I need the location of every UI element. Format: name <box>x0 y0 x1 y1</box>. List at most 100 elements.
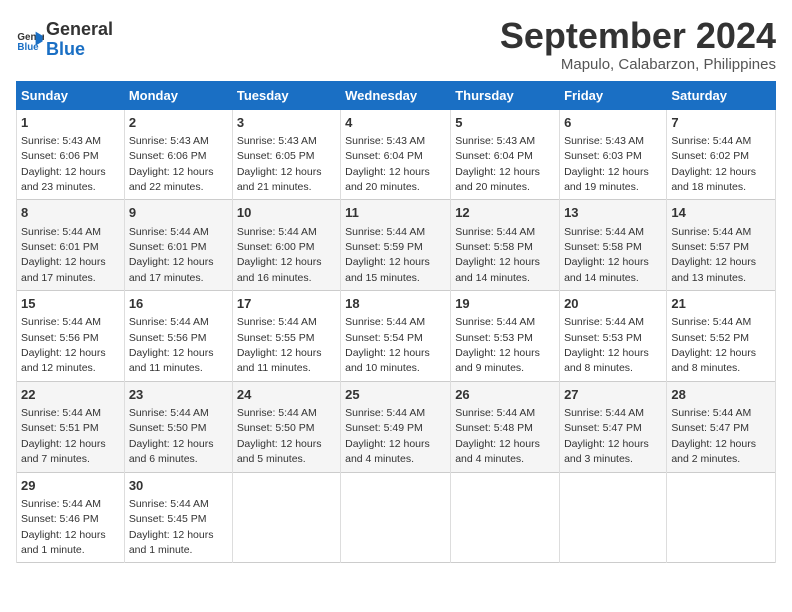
day-number: 13 <box>564 204 662 222</box>
sunset-text: Sunset: 5:52 PM <box>671 332 749 344</box>
sunrise-text: Sunrise: 5:44 AM <box>671 407 751 419</box>
sunset-text: Sunset: 5:53 PM <box>455 332 533 344</box>
logo-icon: General Blue <box>16 26 44 54</box>
sunrise-text: Sunrise: 5:44 AM <box>129 498 209 510</box>
daylight-text: Daylight: 12 hours and 23 minutes. <box>21 166 106 193</box>
daylight-text: Daylight: 12 hours and 21 minutes. <box>237 166 322 193</box>
calendar-row: 29 Sunrise: 5:44 AM Sunset: 5:46 PM Dayl… <box>17 472 776 563</box>
sunset-text: Sunset: 5:49 PM <box>345 422 423 434</box>
sunset-text: Sunset: 6:01 PM <box>129 241 207 253</box>
sunrise-text: Sunrise: 5:43 AM <box>21 135 101 147</box>
daylight-text: Daylight: 12 hours and 17 minutes. <box>21 256 106 283</box>
title-block: September 2024 Mapulo, Calabarzon, Phili… <box>500 16 776 73</box>
daylight-text: Daylight: 12 hours and 3 minutes. <box>564 438 649 465</box>
sunrise-text: Sunrise: 5:44 AM <box>21 316 101 328</box>
daylight-text: Daylight: 12 hours and 15 minutes. <box>345 256 430 283</box>
calendar-cell: 1 Sunrise: 5:43 AM Sunset: 6:06 PM Dayli… <box>17 109 125 200</box>
sunrise-text: Sunrise: 5:43 AM <box>237 135 317 147</box>
sunset-text: Sunset: 6:06 PM <box>21 150 99 162</box>
logo: General Blue GeneralBlue <box>16 20 113 60</box>
day-number: 29 <box>21 477 120 495</box>
sunrise-text: Sunrise: 5:44 AM <box>455 316 535 328</box>
sunrise-text: Sunrise: 5:44 AM <box>564 226 644 238</box>
day-number: 17 <box>237 295 336 313</box>
day-number: 28 <box>671 386 771 404</box>
sunrise-text: Sunrise: 5:44 AM <box>564 316 644 328</box>
calendar-cell: 8 Sunrise: 5:44 AM Sunset: 6:01 PM Dayli… <box>17 200 125 291</box>
svg-text:Blue: Blue <box>17 42 39 53</box>
calendar-cell <box>667 472 776 563</box>
sunrise-text: Sunrise: 5:44 AM <box>21 407 101 419</box>
calendar-cell: 26 Sunrise: 5:44 AM Sunset: 5:48 PM Dayl… <box>451 381 560 472</box>
sunset-text: Sunset: 5:56 PM <box>21 332 99 344</box>
calendar-cell: 6 Sunrise: 5:43 AM Sunset: 6:03 PM Dayli… <box>560 109 667 200</box>
daylight-text: Daylight: 12 hours and 8 minutes. <box>671 347 756 374</box>
daylight-text: Daylight: 12 hours and 18 minutes. <box>671 166 756 193</box>
day-number: 14 <box>671 204 771 222</box>
day-number: 9 <box>129 204 228 222</box>
sunset-text: Sunset: 5:53 PM <box>564 332 642 344</box>
header-tuesday: Tuesday <box>232 81 340 109</box>
sunset-text: Sunset: 6:05 PM <box>237 150 315 162</box>
sunrise-text: Sunrise: 5:44 AM <box>455 226 535 238</box>
daylight-text: Daylight: 12 hours and 11 minutes. <box>129 347 214 374</box>
daylight-text: Daylight: 12 hours and 6 minutes. <box>129 438 214 465</box>
calendar-row: 1 Sunrise: 5:43 AM Sunset: 6:06 PM Dayli… <box>17 109 776 200</box>
logo-text: GeneralBlue <box>46 20 113 60</box>
day-number: 21 <box>671 295 771 313</box>
sunrise-text: Sunrise: 5:44 AM <box>21 226 101 238</box>
day-number: 26 <box>455 386 555 404</box>
calendar-cell: 9 Sunrise: 5:44 AM Sunset: 6:01 PM Dayli… <box>124 200 232 291</box>
day-number: 11 <box>345 204 446 222</box>
calendar-cell: 14 Sunrise: 5:44 AM Sunset: 5:57 PM Dayl… <box>667 200 776 291</box>
sunrise-text: Sunrise: 5:44 AM <box>564 407 644 419</box>
calendar-cell: 23 Sunrise: 5:44 AM Sunset: 5:50 PM Dayl… <box>124 381 232 472</box>
daylight-text: Daylight: 12 hours and 20 minutes. <box>345 166 430 193</box>
day-number: 10 <box>237 204 336 222</box>
sunset-text: Sunset: 5:58 PM <box>455 241 533 253</box>
daylight-text: Daylight: 12 hours and 17 minutes. <box>129 256 214 283</box>
sunrise-text: Sunrise: 5:44 AM <box>671 226 751 238</box>
calendar-body: 1 Sunrise: 5:43 AM Sunset: 6:06 PM Dayli… <box>17 109 776 563</box>
calendar-cell: 4 Sunrise: 5:43 AM Sunset: 6:04 PM Dayli… <box>341 109 451 200</box>
day-number: 18 <box>345 295 446 313</box>
sunset-text: Sunset: 5:57 PM <box>671 241 749 253</box>
day-number: 30 <box>129 477 228 495</box>
daylight-text: Daylight: 12 hours and 11 minutes. <box>237 347 322 374</box>
calendar-cell: 17 Sunrise: 5:44 AM Sunset: 5:55 PM Dayl… <box>232 291 340 382</box>
sunrise-text: Sunrise: 5:44 AM <box>129 226 209 238</box>
calendar-cell: 5 Sunrise: 5:43 AM Sunset: 6:04 PM Dayli… <box>451 109 560 200</box>
day-number: 27 <box>564 386 662 404</box>
day-number: 1 <box>21 114 120 132</box>
calendar-cell <box>560 472 667 563</box>
day-number: 16 <box>129 295 228 313</box>
sunrise-text: Sunrise: 5:43 AM <box>564 135 644 147</box>
day-number: 24 <box>237 386 336 404</box>
sunset-text: Sunset: 6:03 PM <box>564 150 642 162</box>
calendar-cell: 25 Sunrise: 5:44 AM Sunset: 5:49 PM Dayl… <box>341 381 451 472</box>
header-sunday: Sunday <box>17 81 125 109</box>
location: Mapulo, Calabarzon, Philippines <box>500 56 776 73</box>
calendar-cell: 7 Sunrise: 5:44 AM Sunset: 6:02 PM Dayli… <box>667 109 776 200</box>
header-row: Sunday Monday Tuesday Wednesday Thursday… <box>17 81 776 109</box>
calendar-cell: 21 Sunrise: 5:44 AM Sunset: 5:52 PM Dayl… <box>667 291 776 382</box>
sunrise-text: Sunrise: 5:44 AM <box>345 407 425 419</box>
daylight-text: Daylight: 12 hours and 9 minutes. <box>455 347 540 374</box>
sunrise-text: Sunrise: 5:44 AM <box>129 316 209 328</box>
sunrise-text: Sunrise: 5:44 AM <box>237 407 317 419</box>
day-number: 6 <box>564 114 662 132</box>
calendar-cell: 24 Sunrise: 5:44 AM Sunset: 5:50 PM Dayl… <box>232 381 340 472</box>
calendar-cell: 13 Sunrise: 5:44 AM Sunset: 5:58 PM Dayl… <box>560 200 667 291</box>
sunset-text: Sunset: 5:47 PM <box>671 422 749 434</box>
day-number: 12 <box>455 204 555 222</box>
calendar-cell: 12 Sunrise: 5:44 AM Sunset: 5:58 PM Dayl… <box>451 200 560 291</box>
day-number: 7 <box>671 114 771 132</box>
calendar-cell: 3 Sunrise: 5:43 AM Sunset: 6:05 PM Dayli… <box>232 109 340 200</box>
sunrise-text: Sunrise: 5:44 AM <box>345 316 425 328</box>
sunrise-text: Sunrise: 5:44 AM <box>455 407 535 419</box>
sunset-text: Sunset: 5:50 PM <box>129 422 207 434</box>
calendar-cell <box>451 472 560 563</box>
daylight-text: Daylight: 12 hours and 4 minutes. <box>345 438 430 465</box>
calendar-cell: 2 Sunrise: 5:43 AM Sunset: 6:06 PM Dayli… <box>124 109 232 200</box>
day-number: 25 <box>345 386 446 404</box>
